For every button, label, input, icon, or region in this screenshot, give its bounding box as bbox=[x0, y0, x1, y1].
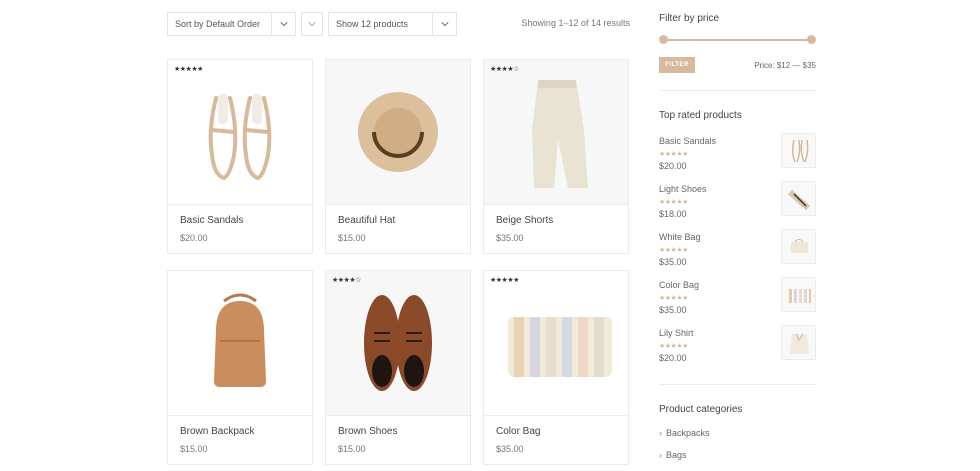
product-price: $15.00 bbox=[338, 444, 366, 454]
rating-stars: ★★★★☆ bbox=[332, 277, 361, 284]
product-thumbnail[interactable] bbox=[781, 229, 816, 264]
top-rated-item[interactable]: Basic Sandals ★★★★★ $20.00 bbox=[659, 133, 816, 176]
product-card[interactable]: ★★★★★ Color Bag $35.00 bbox=[483, 270, 629, 465]
product-card[interactable]: ★★★★☆ Beige Shorts $35.00 bbox=[483, 59, 629, 254]
product-title[interactable]: Beautiful Hat bbox=[338, 215, 395, 226]
per-page-select[interactable]: Show 12 products bbox=[328, 12, 457, 36]
result-count: Showing 1–12 of 14 results bbox=[521, 18, 630, 28]
product-image[interactable] bbox=[168, 271, 312, 415]
product-price: $35.00 bbox=[496, 233, 524, 243]
top-rated-title: Top rated products bbox=[659, 110, 742, 121]
chevron-down-icon bbox=[432, 13, 456, 35]
product-title[interactable]: Beige Shorts bbox=[496, 215, 553, 226]
price-slider-max-handle[interactable] bbox=[807, 35, 816, 44]
per-page-select-label: Show 12 products bbox=[336, 19, 409, 29]
top-rated-item[interactable]: Light Shoes ★★★★★ $18.00 bbox=[659, 181, 816, 224]
sort-select-label: Sort by Default Order bbox=[175, 19, 261, 29]
filter-button[interactable]: FILTER bbox=[659, 57, 695, 73]
price-slider-min-handle[interactable] bbox=[659, 35, 668, 44]
product-thumbnail[interactable] bbox=[781, 133, 816, 168]
top-rated-price: $18.00 bbox=[659, 209, 687, 219]
top-rated-item[interactable]: Lily Shirt ★★★★★ $20.00 bbox=[659, 325, 816, 368]
top-rated-price: $20.00 bbox=[659, 353, 687, 363]
rating-stars: ★★★★★ bbox=[659, 295, 688, 302]
top-rated-name[interactable]: White Bag bbox=[659, 232, 701, 242]
product-thumbnail[interactable] bbox=[781, 325, 816, 360]
product-image[interactable] bbox=[326, 271, 470, 415]
chevron-right-icon: › bbox=[659, 450, 662, 460]
shop-sidebar: Filter by price FILTER Price: $12 — $35 … bbox=[659, 0, 816, 471]
product-price: $15.00 bbox=[180, 444, 208, 454]
top-rated-item[interactable]: Color Bag ★★★★★ $35.00 bbox=[659, 277, 816, 320]
product-thumbnail[interactable] bbox=[781, 181, 816, 216]
product-card[interactable]: Beautiful Hat $15.00 bbox=[325, 59, 471, 254]
product-title[interactable]: Color Bag bbox=[496, 426, 540, 437]
product-image[interactable] bbox=[168, 60, 312, 204]
product-image[interactable] bbox=[326, 60, 470, 204]
price-range-text: Price: $12 — $35 bbox=[754, 61, 816, 70]
product-image[interactable] bbox=[484, 271, 628, 415]
product-title[interactable]: Brown Shoes bbox=[338, 426, 397, 437]
chevron-down-icon bbox=[308, 22, 316, 27]
product-card[interactable]: ★★★★☆ Brown Shoes $15.00 bbox=[325, 270, 471, 465]
rating-stars: ★★★★☆ bbox=[490, 66, 519, 73]
rating-stars: ★★★★★ bbox=[659, 199, 688, 206]
category-link[interactable]: › Bags bbox=[659, 450, 687, 460]
categories-title: Product categories bbox=[659, 404, 743, 415]
product-thumbnail[interactable] bbox=[781, 277, 816, 312]
category-label[interactable]: Backpacks bbox=[666, 428, 710, 438]
top-rated-price: $20.00 bbox=[659, 161, 687, 171]
top-rated-name[interactable]: Lily Shirt bbox=[659, 328, 694, 338]
rating-stars: ★★★★★ bbox=[659, 151, 688, 158]
top-rated-price: $35.00 bbox=[659, 305, 687, 315]
product-card[interactable]: Brown Backpack $15.00 bbox=[167, 270, 313, 465]
category-link[interactable]: › Backpacks bbox=[659, 428, 710, 438]
product-price: $20.00 bbox=[180, 233, 208, 243]
price-filter-title: Filter by price bbox=[659, 13, 720, 24]
top-rated-name[interactable]: Light Shoes bbox=[659, 184, 707, 194]
product-title[interactable]: Brown Backpack bbox=[180, 426, 254, 437]
rating-stars: ★★★★★ bbox=[659, 343, 688, 350]
top-rated-price: $35.00 bbox=[659, 257, 687, 267]
top-rated-name[interactable]: Basic Sandals bbox=[659, 136, 716, 146]
product-price: $35.00 bbox=[496, 444, 524, 454]
sort-order-button[interactable] bbox=[301, 12, 323, 36]
chevron-right-icon: › bbox=[659, 428, 662, 438]
rating-stars: ★★★★★ bbox=[659, 247, 688, 254]
price-slider-track[interactable] bbox=[662, 39, 812, 41]
rating-stars: ★★★★★ bbox=[174, 66, 203, 73]
product-card[interactable]: ★★★★★ Basic Sandals $20.00 bbox=[167, 59, 313, 254]
product-title[interactable]: Basic Sandals bbox=[180, 215, 243, 226]
category-label[interactable]: Bags bbox=[666, 450, 687, 460]
shop-toolbar: Sort by Default Order Show 12 products S… bbox=[167, 12, 630, 36]
product-price: $15.00 bbox=[338, 233, 366, 243]
chevron-down-icon bbox=[271, 13, 295, 35]
top-rated-name[interactable]: Color Bag bbox=[659, 280, 699, 290]
sort-select[interactable]: Sort by Default Order bbox=[167, 12, 296, 36]
top-rated-item[interactable]: White Bag ★★★★★ $35.00 bbox=[659, 229, 816, 272]
product-image[interactable] bbox=[484, 60, 628, 204]
rating-stars: ★★★★★ bbox=[490, 277, 519, 284]
